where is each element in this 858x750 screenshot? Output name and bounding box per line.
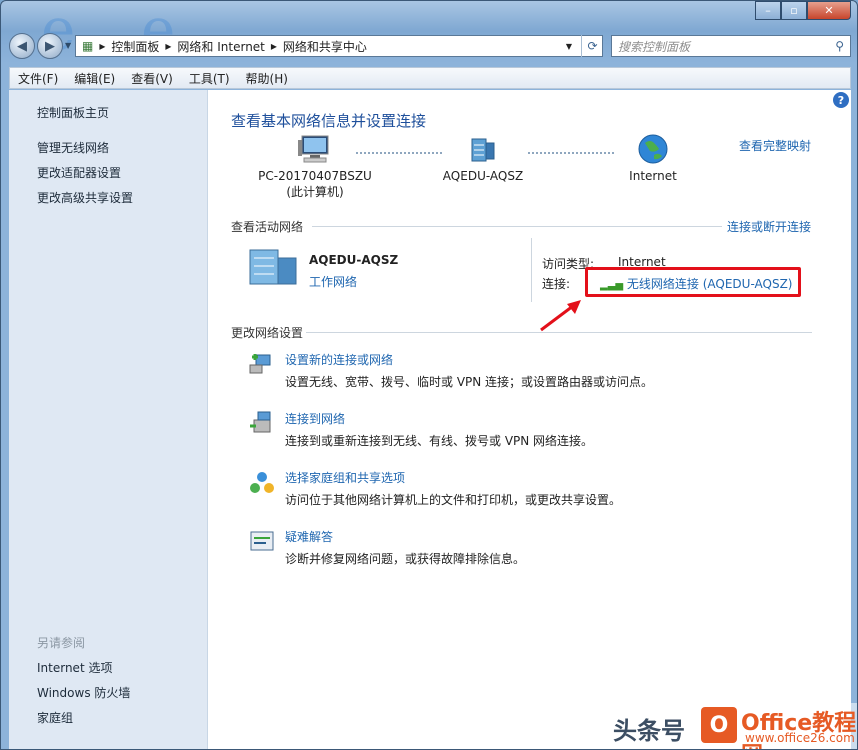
troubleshoot-icon [248, 528, 276, 556]
menu-file[interactable]: 文件(F) [10, 70, 66, 87]
task-desc-new-connection: 设置无线、宽带、拨号、临时或 VPN 连接；或设置路由器或访问点。 [285, 375, 654, 389]
arrow-right-icon: ▶ [45, 38, 55, 54]
search-icon[interactable]: ⚲ [835, 39, 844, 53]
minimize-button[interactable]: – [755, 1, 781, 20]
watermark-url: www.office26.com [745, 731, 855, 745]
active-networks-title: 查看活动网络 [231, 220, 304, 234]
menu-bar: 文件(F) 编辑(E) 查看(V) 工具(T) 帮助(H) [9, 67, 851, 89]
see-also-firewall[interactable]: Windows 防火墙 [37, 684, 130, 701]
menu-view[interactable]: 查看(V) [123, 70, 181, 87]
search-placeholder: 搜索控制面板 [618, 39, 691, 54]
breadcrumb-control-panel[interactable]: 控制面板 [111, 38, 159, 55]
page-title: 查看基本网络信息并设置连接 [231, 112, 427, 130]
highlight-box [585, 267, 801, 297]
node-internet-name: Internet [629, 169, 677, 183]
network-map: PC-20170407BSZU (此计算机) AQEDU-AQSZ Intern… [208, 130, 851, 210]
refresh-button[interactable]: ⟳ [581, 35, 603, 57]
network-building-icon [248, 244, 300, 289]
node-network: AQEDU-AQSZ [408, 130, 558, 184]
task-title-connect-network[interactable]: 连接到网络 [285, 410, 345, 427]
office-logo-icon: O [701, 707, 737, 743]
close-button[interactable]: ✕ [807, 1, 851, 20]
search-input[interactable]: 搜索控制面板 ⚲ [611, 35, 851, 57]
back-button[interactable]: ◀ [9, 33, 35, 59]
breadcrumb-network-sharing[interactable]: 网络和共享中心 [283, 38, 367, 55]
watermark-source: 头条号 [613, 717, 685, 745]
computer-icon [240, 130, 390, 168]
network-category-link[interactable]: 工作网络 [309, 273, 357, 290]
breadcrumb-separator-icon: ▸ [99, 39, 106, 53]
connect-disconnect-link[interactable]: 连接或断开连接 [727, 218, 811, 235]
main-panel: ? 查看基本网络信息并设置连接 查看完整映射 PC-20170407BSZU (… [208, 90, 851, 749]
breadcrumb-separator-icon: ▸ [270, 39, 277, 53]
refresh-icon: ⟳ [587, 39, 598, 53]
new-connection-icon [248, 351, 276, 379]
see-also-homegroup[interactable]: 家庭组 [37, 709, 73, 726]
task-title-troubleshoot[interactable]: 疑难解答 [285, 528, 333, 545]
window-frame: e e – ▫ ✕ ◀ ▶ ▼ ▦ ▸ 控制面板 ▸ 网络和 Internet … [0, 0, 858, 750]
change-settings-title: 更改网络设置 [231, 326, 304, 340]
address-dropdown-icon[interactable]: ▼ [566, 42, 572, 51]
menu-edit[interactable]: 编辑(E) [66, 70, 123, 87]
sidebar-link-home[interactable]: 控制面板主页 [37, 104, 109, 121]
sidebar: 控制面板主页 管理无线网络 更改适配器设置 更改高级共享设置 另请参阅 Inte… [9, 90, 208, 749]
menu-tools[interactable]: 工具(T) [181, 70, 238, 87]
node-network-name: AQEDU-AQSZ [442, 169, 524, 183]
task-title-new-connection[interactable]: 设置新的连接或网络 [285, 351, 393, 368]
arrow-left-icon: ◀ [17, 38, 27, 54]
maximize-button[interactable]: ▫ [781, 1, 807, 20]
navigation-bar: ◀ ▶ ▼ ▦ ▸ 控制面板 ▸ 网络和 Internet ▸ 网络和共享中心 … [9, 33, 851, 59]
recent-pages-dropdown[interactable]: ▼ [65, 41, 71, 50]
task-desc-connect-network: 连接到或重新连接到无线、有线、拨号或 VPN 网络连接。 [285, 434, 594, 448]
task-desc-troubleshoot: 诊断并修复网络问题，或获得故障排除信息。 [285, 552, 526, 566]
node-internet: Internet [578, 130, 728, 184]
forward-button[interactable]: ▶ [37, 33, 63, 59]
homegroup-icon [248, 469, 276, 497]
network-icon [408, 130, 558, 168]
window-controls: – ▫ ✕ [755, 1, 851, 20]
address-bar[interactable]: ▦ ▸ 控制面板 ▸ 网络和 Internet ▸ 网络和共享中心 ▼ [75, 35, 603, 57]
connection-label: 连接: [542, 277, 571, 291]
sidebar-link-sharing[interactable]: 更改高级共享设置 [37, 189, 133, 206]
control-panel-icon: ▦ [82, 39, 94, 53]
node-this-computer: PC-20170407BSZU (此计算机) [240, 130, 390, 200]
globe-icon [578, 130, 728, 168]
menu-help[interactable]: 帮助(H) [238, 70, 296, 87]
node-computer-name: PC-20170407BSZU [258, 169, 372, 183]
connect-network-icon [248, 410, 276, 438]
task-desc-homegroup: 访问位于其他网络计算机上的文件和打印机，或更改共享设置。 [285, 493, 622, 507]
watermark: 头条号 O Office教程网 www.office26.com [613, 703, 857, 749]
breadcrumb-separator-icon: ▸ [165, 39, 172, 53]
sidebar-link-wireless[interactable]: 管理无线网络 [37, 139, 109, 156]
vertical-divider [531, 238, 532, 302]
sidebar-link-adapter[interactable]: 更改适配器设置 [37, 164, 121, 181]
node-computer-sub: (此计算机) [286, 185, 344, 199]
section-divider [312, 226, 722, 227]
see-also-internet-options[interactable]: Internet 选项 [37, 659, 112, 676]
breadcrumb-network-internet[interactable]: 网络和 Internet [177, 38, 264, 55]
section-divider [306, 332, 812, 333]
see-also-title: 另请参阅 [37, 636, 86, 650]
help-icon[interactable]: ? [833, 92, 849, 108]
active-network-name: AQEDU-AQSZ [309, 253, 399, 267]
task-title-homegroup[interactable]: 选择家庭组和共享选项 [285, 469, 405, 486]
